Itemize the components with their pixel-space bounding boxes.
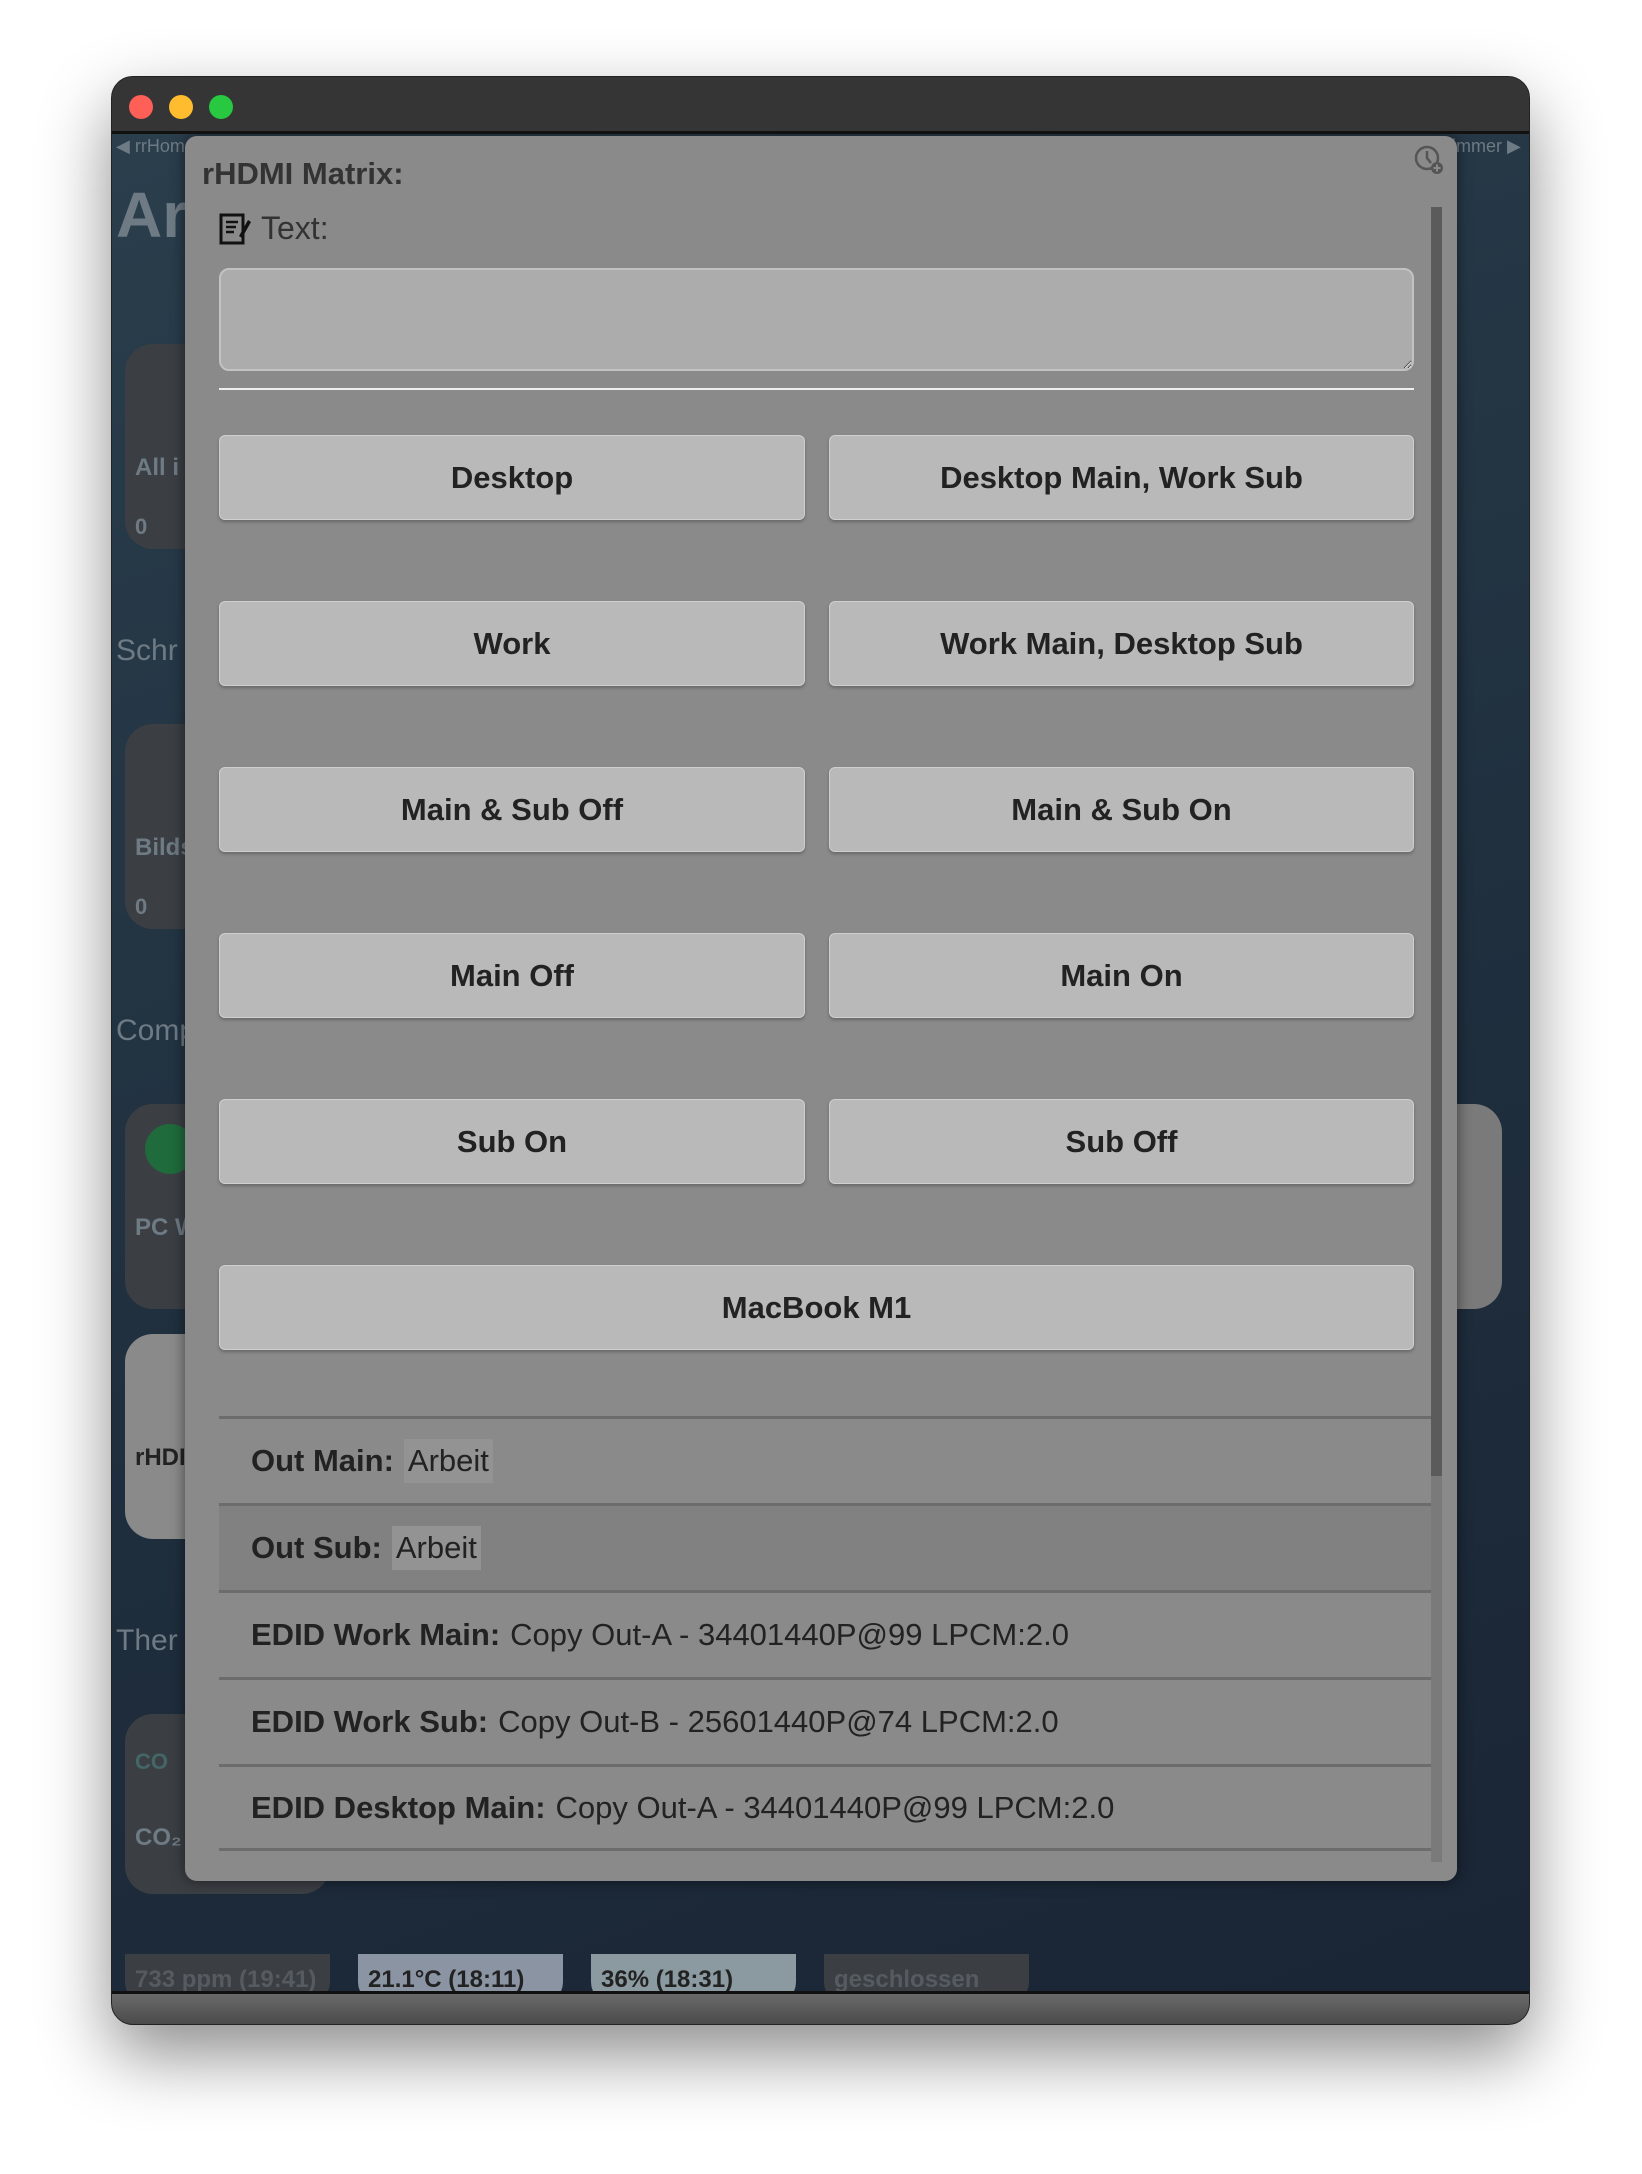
scrollbar-thumb[interactable] [1431, 207, 1442, 1476]
app-window: ◀ rrHom immer ▶ Ar All i 0 Schr Bilds 0 … [111, 76, 1530, 2025]
desktop-button[interactable]: Desktop [219, 435, 805, 520]
work-main-desktop-sub-button[interactable]: Work Main, Desktop Sub [829, 601, 1414, 686]
zoom-window-button[interactable] [209, 95, 233, 119]
sub-off-button[interactable]: Sub Off [829, 1099, 1414, 1184]
row-label: EDID Work Main: [251, 1617, 501, 1652]
status-row-edid-desktop-main: EDID Desktop Main: Copy Out-A - 34401440… [219, 1764, 1431, 1851]
row-value: Copy Out-A - 34401440P@99 LPCM:2.0 [555, 1789, 1115, 1825]
page-title: Ar [116, 179, 188, 251]
minimize-window-button[interactable] [169, 95, 193, 119]
main-sub-on-button[interactable]: Main & Sub On [829, 767, 1414, 852]
desktop-main-work-sub-button[interactable]: Desktop Main, Work Sub [829, 435, 1414, 520]
status-row-edid-work-sub: EDID Work Sub: Copy Out-B - 25601440P@74… [219, 1677, 1431, 1764]
nav-back-link[interactable]: ◀ rrHom [116, 136, 185, 157]
status-pill: geschlossen [824, 1954, 1029, 1994]
signed-document-icon [219, 213, 251, 244]
tile-label: rHDI [135, 1444, 186, 1471]
row-value: Copy Out-B - 25601440P@74 LPCM:2.0 [498, 1704, 1059, 1739]
dialog-title: rHDMI Matrix: [202, 156, 404, 191]
tile-label: CO₂ [135, 1824, 182, 1851]
section-heading: Ther [116, 1624, 178, 1657]
row-value: Arbeit [391, 1526, 481, 1570]
text-field-label: Text: [219, 210, 329, 247]
row-label: Out Main: [251, 1443, 394, 1478]
sub-on-button[interactable]: Sub On [219, 1099, 805, 1184]
clock-plus-icon[interactable] [1413, 144, 1445, 176]
tile-value: 0 [135, 514, 148, 539]
title-bar [112, 77, 1529, 134]
scrollbar[interactable] [1431, 207, 1442, 1862]
main-sub-off-button[interactable]: Main & Sub Off [219, 767, 805, 852]
app-background: ◀ rrHom immer ▶ Ar All i 0 Schr Bilds 0 … [112, 134, 1529, 1994]
row-label: EDID Desktop Main: [251, 1789, 546, 1825]
status-pill: 36% (18:31) [591, 1954, 796, 1994]
macbook-m1-button[interactable]: MacBook M1 [219, 1265, 1414, 1350]
status-row-out-sub: Out Sub: Arbeit [219, 1503, 1431, 1590]
main-off-button[interactable]: Main Off [219, 933, 805, 1018]
row-label: EDID Work Sub: [251, 1704, 489, 1739]
section-heading: Schr [116, 634, 178, 667]
status-row-out-main: Out Main: Arbeit [219, 1416, 1431, 1503]
bottom-bar [112, 1991, 1529, 2024]
row-label: Out Sub: [251, 1530, 382, 1565]
nav-forward-link[interactable]: immer ▶ [1452, 136, 1521, 157]
rhdmi-matrix-dialog: rHDMI Matrix: Text: Desktop Desktop Main… [185, 136, 1457, 1881]
text-input[interactable] [219, 268, 1414, 371]
status-pill: 21.1°C (18:11) [358, 1954, 563, 1994]
divider [219, 388, 1414, 390]
text-label: Text: [261, 210, 329, 246]
tile-value: 0 [135, 894, 148, 919]
close-window-button[interactable] [129, 95, 153, 119]
tile-label: All i [135, 454, 180, 481]
status-row-edid-work-main: EDID Work Main: Copy Out-A - 34401440P@9… [219, 1590, 1431, 1677]
work-button[interactable]: Work [219, 601, 805, 686]
row-value: Copy Out-A - 34401440P@99 LPCM:2.0 [510, 1617, 1069, 1652]
row-value: Arbeit [403, 1439, 493, 1483]
status-pill: 733 ppm (19:41) [125, 1954, 330, 1994]
co2-cloud-icon: CO [135, 1749, 168, 1774]
main-on-button[interactable]: Main On [829, 933, 1414, 1018]
